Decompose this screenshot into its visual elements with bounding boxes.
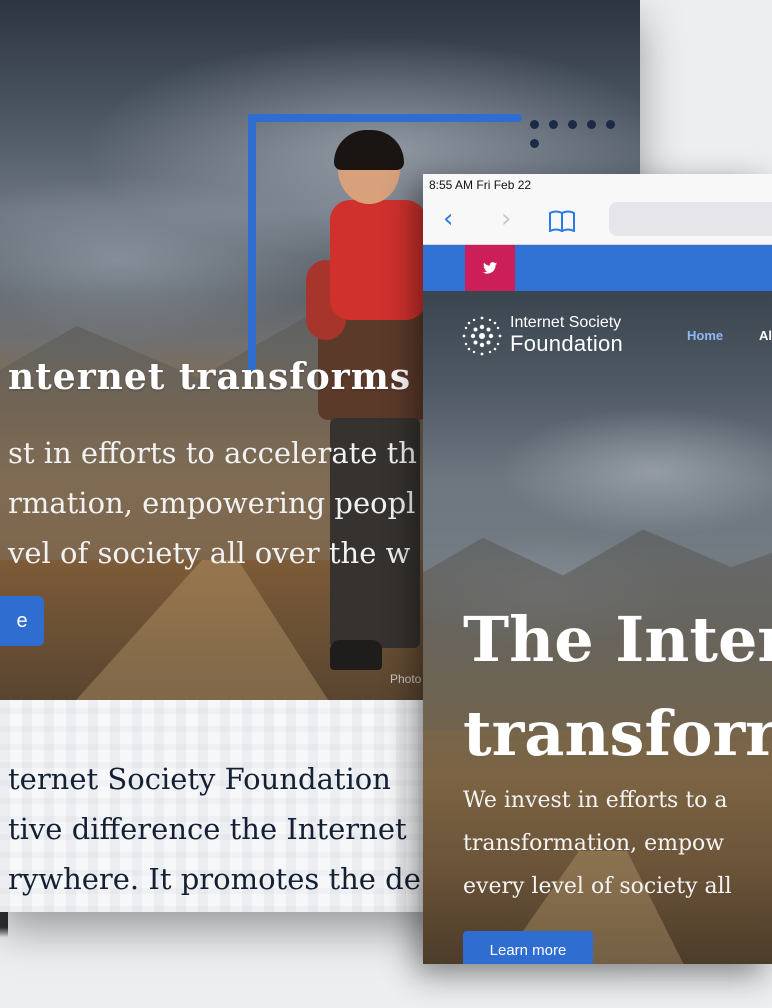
nav-home-link[interactable]: Home (687, 328, 723, 343)
back-chevron-icon[interactable]: ‹ (443, 204, 453, 234)
learn-more-button[interactable]: Learn more (463, 931, 593, 964)
logo-text-line-1: Internet Society (510, 314, 622, 331)
status-time: 8:55 AM Fri Feb 22 (429, 178, 532, 192)
decorative-dots-row (530, 114, 640, 152)
photo-credit: Photo (390, 672, 422, 686)
social-bar (423, 245, 772, 291)
forward-chevron-icon[interactable]: › (501, 204, 511, 234)
browser-toolbar: ‹ › (423, 196, 772, 245)
twitter-button[interactable] (465, 245, 515, 291)
decorative-blue-dash (418, 114, 522, 122)
address-bar[interactable] (609, 202, 772, 236)
status-bar: 8:55 AM Fri Feb 22 (423, 174, 772, 196)
back-hero-title: nternet transforms l (8, 356, 440, 398)
bookmarks-icon[interactable] (549, 210, 575, 232)
nav-about-link[interactable]: Al (759, 328, 772, 343)
site-hero: Internet Society Foundation Home Al The … (423, 291, 772, 964)
logo-text-line-2: Foundation (510, 331, 624, 356)
hero-title: The Inter transforr (463, 603, 772, 770)
back-cta-button[interactable]: e (0, 596, 44, 646)
hero-description: We invest in efforts to a transformation… (463, 788, 732, 899)
child-figure (330, 200, 426, 320)
twitter-icon (483, 262, 497, 274)
tablet-screen: 8:55 AM Fri Feb 22 ‹ › Internet Society … (423, 174, 772, 964)
man-boot (330, 640, 382, 670)
foundation-logo-icon[interactable] (459, 313, 505, 359)
